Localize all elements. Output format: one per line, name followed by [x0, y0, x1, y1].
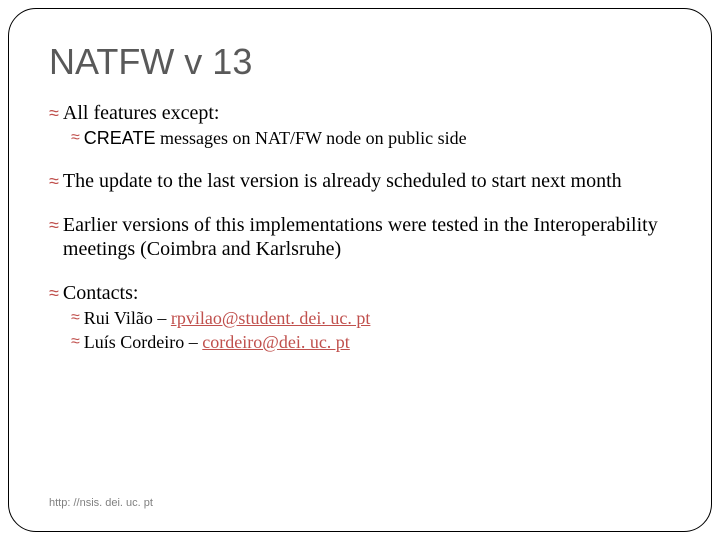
bullet-text: The update to the last version is alread… [63, 169, 622, 193]
bullet-text: CREATE messages on NAT/FW node on public… [84, 127, 467, 149]
footer-url: http: //nsis. dei. uc. pt [49, 497, 153, 509]
contact-name: Luís Cordeiro – [84, 332, 203, 352]
email-link[interactable]: cordeiro@dei. uc. pt [202, 332, 350, 352]
sub-bullet-item: ≈ Luís Cordeiro – cordeiro@dei. uc. pt [71, 331, 671, 353]
bullet-text: Contacts: [63, 281, 139, 305]
caps-word: CREATE [84, 128, 156, 148]
bullet-icon: ≈ [71, 307, 80, 329]
email-link[interactable]: rpvilao@student. dei. uc. pt [171, 308, 371, 328]
bullet-icon: ≈ [49, 169, 59, 193]
slide-title: NATFW v 13 [49, 41, 671, 83]
bullet-item: ≈ Earlier versions of this implementatio… [49, 213, 671, 261]
bullet-icon: ≈ [71, 127, 80, 149]
bullet-text: Rui Vilão – rpvilao@student. dei. uc. pt [84, 307, 371, 329]
sub-bullet-item: ≈ Rui Vilão – rpvilao@student. dei. uc. … [71, 307, 671, 329]
bullet-icon: ≈ [49, 101, 59, 125]
bullet-icon: ≈ [49, 213, 59, 237]
sub-bullet-item: ≈ CREATE messages on NAT/FW node on publ… [71, 127, 671, 149]
bullet-item: ≈ All features except: [49, 101, 671, 125]
slide-frame: NATFW v 13 ≈ All features except: ≈ CREA… [8, 8, 712, 532]
bullet-text: Luís Cordeiro – cordeiro@dei. uc. pt [84, 331, 350, 353]
bullet-icon: ≈ [49, 281, 59, 305]
bullet-icon: ≈ [71, 331, 80, 353]
bullet-item: ≈ Contacts: [49, 281, 671, 305]
bullet-text: Earlier versions of this implementations… [63, 213, 671, 261]
contact-name: Rui Vilão – [84, 308, 171, 328]
bullet-item: ≈ The update to the last version is alre… [49, 169, 671, 193]
text-rest: messages on NAT/FW node on public side [155, 128, 466, 148]
bullet-text: All features except: [63, 101, 220, 125]
